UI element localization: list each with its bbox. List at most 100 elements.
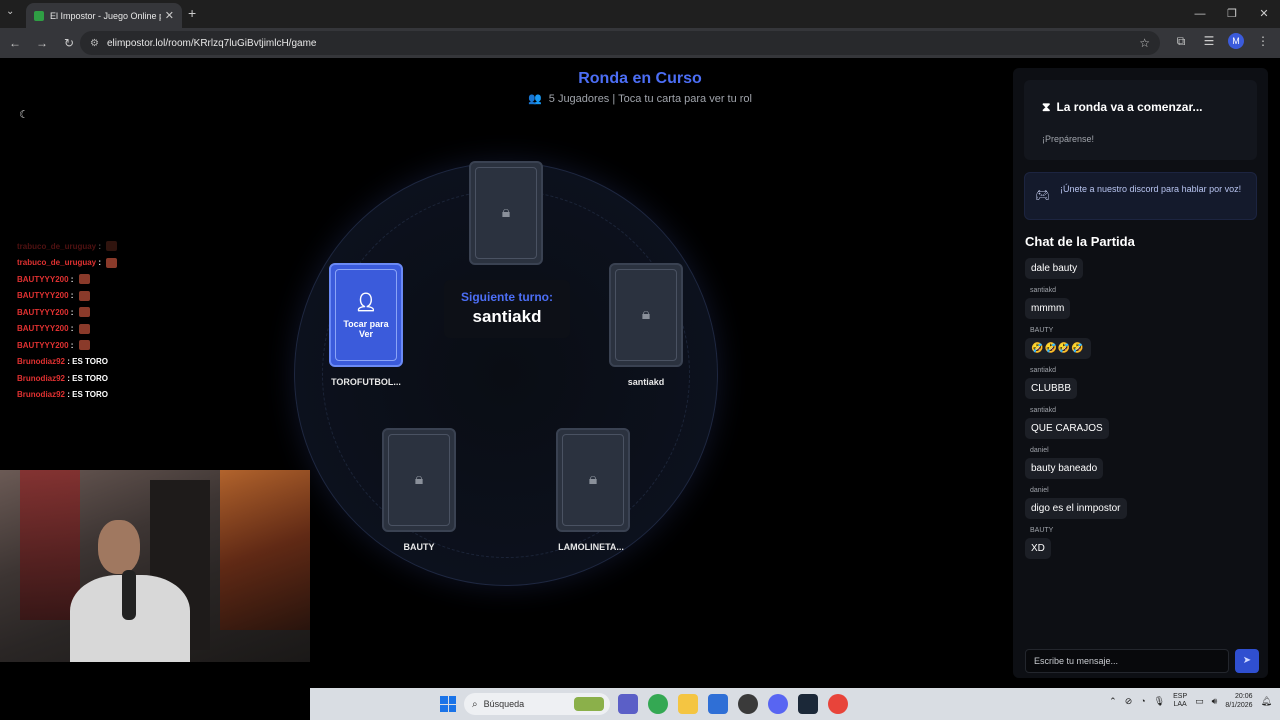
player-card[interactable]: 🔒︎: [469, 161, 543, 265]
stream-chat-row: BAUTYYY200 :: [17, 337, 217, 354]
bookmark-star-icon[interactable]: ☆: [1139, 36, 1150, 50]
player-name: LAMOLINETA...: [558, 542, 624, 552]
address-bar[interactable]: ⚙ elimpostor.lol/room/KRrlzq7luGiBvtjiml…: [80, 31, 1160, 55]
menu-icon[interactable]: ⋮: [1254, 34, 1272, 48]
tap-to-view-label: Tocar para Ver: [343, 318, 389, 339]
app-icon[interactable]: [828, 694, 848, 714]
stream-chat-user: BAUTYYY200: [17, 274, 69, 284]
chat-messages: dale bauty santiakd mmmm BAUTY 🤣🤣🤣🤣 santiakd C…: [1025, 258, 1260, 567]
clock[interactable]: 20:06 8/1/2026: [1225, 692, 1252, 710]
system-tray: ⌃ ⊘ ◔ 🎙︎ ESP LAA ▭ 🔊︎ 20:06 8/1/2026 🔔︎: [1109, 692, 1272, 710]
toolbar-right: ⧉ ☰ M ⋮: [1172, 33, 1272, 49]
display-icon[interactable]: ▭: [1195, 696, 1204, 707]
time: 20:06: [1235, 693, 1253, 700]
windows-start-icon[interactable]: [440, 696, 456, 712]
minimize-icon[interactable]: —: [1184, 0, 1216, 28]
back-icon[interactable]: ←: [3, 36, 27, 50]
stream-chat-user: Brunodiaz92: [17, 390, 66, 400]
language-indicator[interactable]: ESP LAA: [1173, 693, 1187, 709]
stream-chat-user: Brunodiaz92: [17, 373, 66, 383]
chat-message-author: BAUTY: [1030, 327, 1054, 334]
taskbar-search[interactable]: ⌕ Búsqueda: [464, 693, 610, 715]
page-title: Ronda en Curso: [578, 70, 702, 87]
reading-list-icon[interactable]: ☰: [1200, 34, 1218, 48]
discord-app-icon[interactable]: [768, 694, 788, 714]
chat-message-text: dale bauty: [1025, 258, 1084, 279]
lock-icon: 🔒︎: [588, 471, 598, 488]
browser-chrome: ⌄ El Impostor - Juego Online par ✕ + — ❐…: [0, 0, 1280, 58]
stream-chat-user: trabuco_de_uruguay: [17, 258, 97, 268]
chat-message-text: 🤣🤣🤣🤣: [1025, 338, 1091, 359]
forward-icon[interactable]: →: [30, 36, 54, 50]
store-icon[interactable]: [708, 694, 728, 714]
stream-chat-separator: :: [68, 274, 76, 284]
streamer-head: [98, 520, 140, 574]
chat-message: daniel digo es el inmpostor: [1025, 487, 1260, 519]
stream-chat-separator: :: [65, 373, 73, 383]
close-window-icon[interactable]: ✕: [1248, 0, 1280, 28]
next-turn-player: santiakd: [472, 307, 542, 326]
tab-title: El Impostor - Juego Online par: [50, 10, 161, 21]
teams-icon[interactable]: [618, 694, 638, 714]
chat-message-author: santiakd: [1030, 407, 1057, 414]
next-turn-label: Siguiente turno:: [461, 290, 553, 304]
microphone: [122, 570, 136, 620]
tab-close-icon[interactable]: ✕: [165, 9, 174, 22]
subtitle-separator: |: [612, 93, 616, 105]
webcam-overlay: [0, 470, 310, 662]
player-name: TOROFUTBOL...: [331, 377, 401, 387]
file-explorer-icon[interactable]: [678, 694, 698, 714]
new-tab-button[interactable]: +: [188, 5, 196, 21]
chat-message: santiakd QUE CARAJOS: [1025, 407, 1260, 439]
chat-input[interactable]: [1025, 649, 1229, 673]
url-text: elimpostor.lol/room/KRrlzq7luGiBvtjimlcH…: [106, 37, 317, 49]
chat-message: santiakd mmmm: [1025, 287, 1260, 319]
tab-search-icon[interactable]: ⌄: [6, 6, 14, 17]
chat-message-author: santiakd: [1030, 367, 1057, 374]
player-card[interactable]: 🔒︎: [382, 428, 456, 532]
maximize-icon[interactable]: ❐: [1216, 0, 1248, 28]
chat-message-text: mmmm: [1025, 298, 1071, 319]
window-controls: — ❐ ✕: [1184, 0, 1280, 28]
stream-chat-overlay: trabuco_de_uruguay : trabuco_de_uruguay …: [17, 238, 217, 403]
volume-icon[interactable]: 🔊︎: [1212, 696, 1218, 707]
network-icon[interactable]: ⊘: [1125, 696, 1133, 707]
stream-chat-message: ES TORO: [72, 373, 108, 383]
stream-chat-user: Brunodiaz92: [17, 357, 66, 367]
profile-avatar[interactable]: M: [1228, 33, 1244, 49]
browser-tab[interactable]: El Impostor - Juego Online par ✕: [26, 3, 182, 28]
lock-icon: 🔒︎: [641, 306, 651, 323]
chat-message-author: BAUTY: [1030, 527, 1054, 534]
wifi-icon[interactable]: ◔: [1140, 696, 1145, 706]
taskbar-apps: [618, 694, 848, 714]
round-status-sub: ¡Prepárense!: [1042, 134, 1095, 144]
stream-chat-message: ES TORO: [72, 357, 108, 367]
chat-message-author: santiakd: [1030, 287, 1057, 294]
chrome-icon[interactable]: [648, 694, 668, 714]
extensions-icon[interactable]: ⧉: [1172, 34, 1190, 49]
stream-chat-row: BAUTYYY200 :: [17, 304, 217, 321]
my-player-card[interactable]: 👤︎ Tocar para Ver: [329, 263, 403, 367]
emote-icon: [78, 323, 90, 334]
discord-icon: 🎮︎: [1035, 188, 1051, 202]
stream-chat-message: ES TORO: [72, 390, 108, 400]
site-info-icon[interactable]: ⚙: [90, 38, 99, 49]
theme-toggle-icon[interactable]: ☾: [14, 105, 34, 125]
send-icon[interactable]: ➤: [1235, 649, 1259, 673]
date: 8/1/2026: [1225, 702, 1253, 709]
notifications-icon[interactable]: 🔔︎: [1261, 696, 1272, 707]
steam-icon[interactable]: [798, 694, 818, 714]
player-name: santiakd: [627, 377, 665, 387]
stream-chat-separator: :: [96, 241, 104, 251]
discord-banner[interactable]: 🎮︎ ¡Únete a nuestro discord para hablar …: [1024, 172, 1257, 220]
emote-icon: [106, 257, 118, 268]
obs-icon[interactable]: [738, 694, 758, 714]
reload-icon[interactable]: ↻: [57, 36, 81, 50]
emote-icon: [106, 241, 118, 252]
emote-icon: [78, 290, 90, 301]
chat-message-text: bauty baneado: [1025, 458, 1104, 479]
tray-chevron-icon[interactable]: ⌃: [1109, 696, 1117, 707]
player-card[interactable]: 🔒︎: [609, 263, 683, 367]
player-card[interactable]: 🔒︎: [556, 428, 630, 532]
mic-icon[interactable]: 🎙︎: [1154, 696, 1165, 707]
